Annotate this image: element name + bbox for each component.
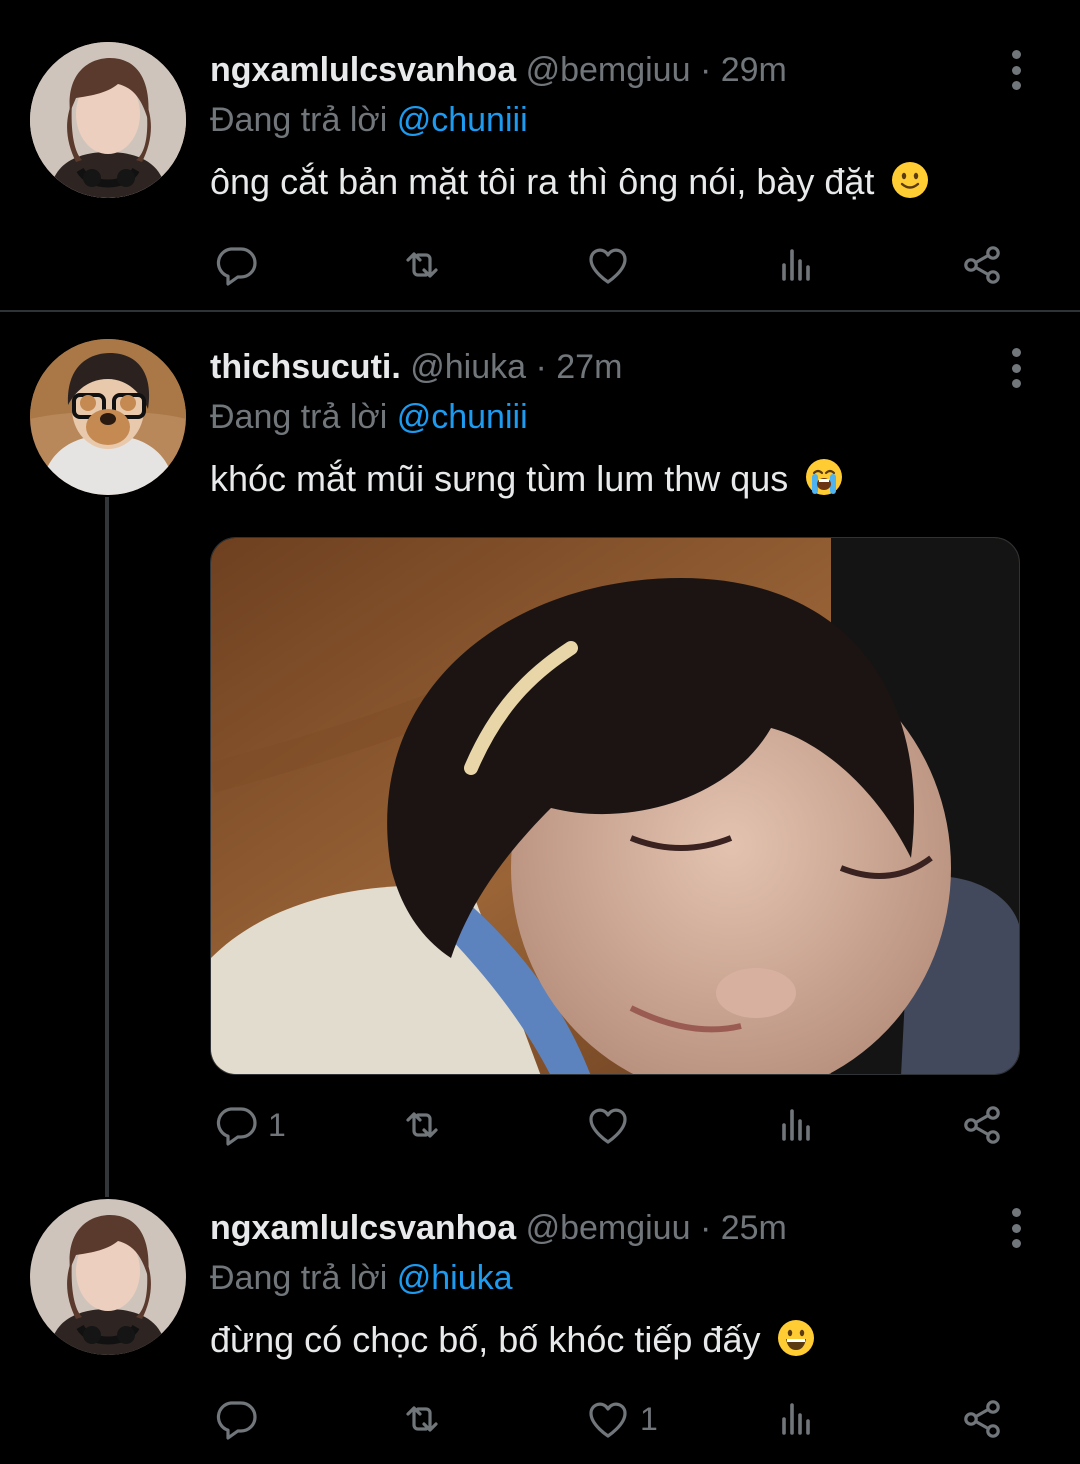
like-icon <box>584 241 632 289</box>
more-options-icon[interactable] <box>1000 344 1032 392</box>
share-icon <box>958 1395 1006 1443</box>
tweet-3[interactable]: ngxamlulcsvanhoa @bemgiuu · 25m Đang trả… <box>0 1182 1080 1464</box>
timestamp[interactable]: · 29m <box>700 51 787 89</box>
tweet-actions: 1 <box>0 1100 1080 1150</box>
like-icon <box>584 1101 632 1149</box>
grinning-face-icon <box>778 1320 815 1356</box>
reply-context: Đang trả lời @chuniii <box>210 397 528 437</box>
reply-icon <box>212 1101 260 1149</box>
avatar[interactable] <box>30 1199 186 1355</box>
views-button[interactable] <box>772 240 820 290</box>
like-count: 1 <box>640 1400 658 1437</box>
like-button[interactable] <box>584 240 640 290</box>
views-button[interactable] <box>772 1100 820 1150</box>
tweet-text: đừng có chọc bố, bố khóc tiếp đấy <box>210 1318 816 1362</box>
reply-prefix: Đang trả lời <box>210 398 388 436</box>
like-button[interactable]: 1 <box>584 1394 658 1444</box>
slightly-smiling-face-icon <box>892 162 929 198</box>
views-icon <box>772 1395 820 1443</box>
retweet-button[interactable] <box>398 240 446 290</box>
share-icon <box>958 241 1006 289</box>
tweet-media-image[interactable] <box>210 537 1020 1075</box>
share-icon <box>958 1101 1006 1149</box>
reply-icon <box>212 241 260 289</box>
tweet-header: ngxamlulcsvanhoa @bemgiuu · 25m <box>210 1208 787 1248</box>
like-button[interactable] <box>584 1100 640 1150</box>
handle[interactable]: @hiuka <box>410 348 526 386</box>
tweet-actions <box>0 240 1080 290</box>
views-icon <box>772 1101 820 1149</box>
tweet-header: ngxamlulcsvanhoa @bemgiuu · 29m <box>210 50 787 90</box>
views-icon <box>772 241 820 289</box>
reply-button[interactable] <box>212 1394 268 1444</box>
like-icon <box>584 1395 632 1443</box>
display-name[interactable]: thichsucuti. <box>210 348 401 386</box>
avatar[interactable] <box>30 339 186 495</box>
tweet-text-content: đừng có chọc bố, bố khóc tiếp đấy <box>210 1319 761 1360</box>
loudly-crying-face-icon <box>806 459 843 495</box>
tweet-text: khóc mắt mũi sưng tùm lum thw qus <box>210 457 844 501</box>
tweet-2[interactable]: thichsucuti. @hiuka · 27m Đang trả lời @… <box>0 312 1080 1182</box>
timestamp[interactable]: · 25m <box>700 1209 787 1247</box>
reply-mention[interactable]: @chuniii <box>397 398 528 436</box>
tweet-header: thichsucuti. @hiuka · 27m <box>210 347 622 387</box>
retweet-icon <box>398 1395 446 1443</box>
retweet-icon <box>398 1101 446 1149</box>
tweet-text-content: ông cắt bản mặt tôi ra thì ông nói, bày … <box>210 161 875 202</box>
reply-icon <box>212 1395 260 1443</box>
reply-prefix: Đang trả lời <box>210 1259 388 1297</box>
retweet-button[interactable] <box>398 1394 446 1444</box>
more-options-icon[interactable] <box>1000 1204 1032 1252</box>
timestamp[interactable]: · 27m <box>536 348 623 386</box>
handle[interactable]: @bemgiuu <box>526 1209 691 1247</box>
reply-count: 1 <box>268 1106 286 1143</box>
reply-button[interactable]: 1 <box>212 1100 286 1150</box>
reply-mention[interactable]: @chuniii <box>397 101 528 139</box>
reply-prefix: Đang trả lời <box>210 101 388 139</box>
retweet-button[interactable] <box>398 1100 446 1150</box>
handle[interactable]: @bemgiuu <box>526 51 691 89</box>
reply-context: Đang trả lời @chuniii <box>210 100 528 140</box>
display-name[interactable]: ngxamlulcsvanhoa <box>210 1209 516 1247</box>
tweet-1[interactable]: ngxamlulcsvanhoa @bemgiuu · 29m Đang trả… <box>0 0 1080 310</box>
tweet-actions: 1 <box>0 1394 1080 1444</box>
reply-button[interactable] <box>212 240 268 290</box>
share-button[interactable] <box>958 240 1006 290</box>
avatar[interactable] <box>30 42 186 198</box>
tweet-text-content: khóc mắt mũi sưng tùm lum thw qus <box>210 458 789 499</box>
more-options-icon[interactable] <box>1000 46 1032 94</box>
tweet-text: ông cắt bản mặt tôi ra thì ông nói, bày … <box>210 160 930 204</box>
views-button[interactable] <box>772 1394 820 1444</box>
share-button[interactable] <box>958 1100 1006 1150</box>
reply-context: Đang trả lời @hiuka <box>210 1258 513 1298</box>
reply-mention[interactable]: @hiuka <box>397 1259 513 1297</box>
display-name[interactable]: ngxamlulcsvanhoa <box>210 51 516 89</box>
share-button[interactable] <box>958 1394 1006 1444</box>
retweet-icon <box>398 241 446 289</box>
